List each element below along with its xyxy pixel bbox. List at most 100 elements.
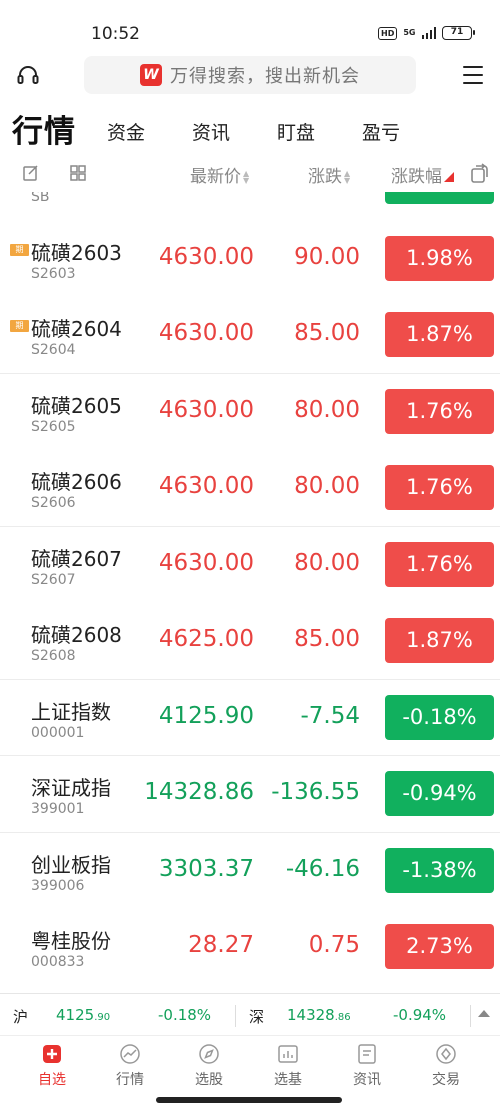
search-box[interactable]: W 万得搜索，搜出新机会: [84, 56, 416, 94]
edit-icon[interactable]: [22, 164, 40, 182]
grid-icon[interactable]: [69, 164, 87, 182]
tab-watch[interactable]: 盯盘: [277, 118, 315, 145]
item-pct-badge[interactable]: 2.73%: [385, 924, 494, 969]
status-time: 10:52: [91, 24, 140, 44]
item-name: 硫磺2607: [31, 546, 122, 571]
item-price: 4630.00: [158, 396, 254, 423]
item-price: 14328.86: [144, 779, 254, 805]
ticker-sh-price: 4125.90: [56, 1006, 111, 1024]
item-name: 硫磺2604: [31, 317, 122, 341]
ticker-sz-pct: -0.94%: [393, 1006, 447, 1024]
item-code: S2606: [31, 495, 76, 511]
market-icon: [120, 1044, 140, 1064]
item-code: 000001: [31, 724, 85, 741]
item-name: 硫磺2606: [31, 470, 122, 494]
list-item[interactable]: 硫磺2606 S2606 4630.00 80.00 1.76%: [0, 450, 500, 527]
item-code: 399001: [31, 801, 85, 817]
tab-pnl[interactable]: 盈亏: [362, 118, 400, 145]
item-change: 90.00: [294, 243, 360, 270]
headset-icon[interactable]: [16, 63, 40, 87]
item-change: -7.54: [300, 702, 360, 729]
item-name: 硫磺2605: [31, 393, 122, 418]
tab-funds[interactable]: 资金: [107, 118, 145, 145]
switch-icon[interactable]: [468, 162, 490, 184]
list-item[interactable]: 创业板指 399006 3303.37 -46.16 -1.38%: [0, 833, 500, 910]
nav-stock-picker[interactable]: 选股: [179, 1043, 239, 1089]
list-item[interactable]: 期硫磺2604 S2604 4630.00 85.00 1.87%: [0, 297, 500, 374]
item-code: 399006: [31, 877, 85, 894]
item-name: 深证成指: [31, 776, 111, 800]
sort-active-icon: [444, 172, 454, 182]
item-pct-badge[interactable]: 1.76%: [385, 465, 494, 510]
nav-news[interactable]: 资讯: [337, 1043, 397, 1089]
item-pct-badge[interactable]: -0.94%: [385, 771, 494, 816]
sort-icon: ▲ ▼: [344, 169, 351, 185]
item-price: 4625.00: [158, 626, 254, 652]
hd-icon: HD: [378, 26, 398, 40]
nav-fund-picker[interactable]: 选基: [258, 1043, 318, 1089]
item-change: 80.00: [294, 396, 360, 423]
list-item[interactable]: 硫磺2608 S2608 4625.00 85.00 1.87%: [0, 603, 500, 680]
expand-up-icon[interactable]: [478, 1010, 490, 1017]
battery-icon: 71: [442, 26, 475, 40]
news-icon: [358, 1044, 376, 1064]
list-item[interactable]: 硫磺2607 S2607 4630.00 80.00 1.76%: [0, 527, 500, 604]
col-pct[interactable]: 涨跌幅: [391, 162, 454, 187]
item-price: 3303.37: [158, 855, 254, 882]
system-icons: HD 5G 71: [378, 26, 475, 40]
item-price: 4125.90: [158, 702, 254, 729]
col-change[interactable]: 涨跌 ▲ ▼: [308, 162, 350, 187]
item-pct-badge[interactable]: 1.87%: [385, 312, 494, 357]
tab-market[interactable]: 行情: [12, 106, 76, 151]
ticker-sh-pct: -0.18%: [158, 1006, 212, 1024]
item-pct-badge[interactable]: 1.98%: [385, 235, 494, 281]
item-change: 80.00: [294, 473, 360, 499]
item-name: 硫磺2603: [31, 240, 122, 265]
index-ticker[interactable]: 沪 4125.90 -0.18% 深 14328.86 -0.94%: [0, 993, 500, 1036]
item-price: 4630.00: [158, 320, 254, 346]
list-item[interactable]: 深证成指 399001 14328.86 -136.55 -0.94%: [0, 756, 500, 833]
tab-bar: 行情 资金 资讯 盯盘 盈亏: [0, 104, 500, 154]
bottom-nav: 自选 行情 选股 选基 资讯 交易: [0, 1037, 500, 1093]
quote-list[interactable]: 期ICE11号糖SB14.22-0.16-1.11%期硫磺2603S260346…: [0, 172, 500, 993]
item-change: 85.00: [294, 320, 360, 346]
nav-market[interactable]: 行情: [100, 1043, 160, 1089]
item-change: -136.55: [271, 779, 360, 805]
tab-news[interactable]: 资讯: [192, 118, 230, 145]
item-name: 上证指数: [31, 699, 111, 724]
nav-trade[interactable]: 交易: [416, 1043, 476, 1089]
item-pct-badge[interactable]: 1.76%: [385, 541, 494, 587]
item-code: S2603: [31, 265, 76, 282]
item-change: 85.00: [294, 626, 360, 652]
item-pct-badge[interactable]: -0.18%: [385, 694, 494, 740]
fund-icon: [278, 1045, 298, 1063]
item-name: 硫磺2608: [31, 623, 122, 647]
ticker-sz-label: 深: [249, 1008, 265, 1026]
trade-icon: [436, 1044, 456, 1064]
item-name: 创业板指: [31, 852, 111, 877]
item-name: 粤桂股份: [31, 929, 111, 953]
item-pct-badge[interactable]: -1.38%: [385, 847, 494, 893]
futures-tag: 期: [10, 320, 29, 332]
watchlist-icon: [43, 1045, 61, 1063]
list-item[interactable]: 硫磺2605 S2605 4630.00 80.00 1.76%: [0, 374, 500, 451]
list-item[interactable]: 上证指数 000001 4125.90 -7.54 -0.18%: [0, 680, 500, 756]
col-price[interactable]: 最新价 ▲ ▼: [190, 162, 249, 187]
futures-tag: 期: [10, 243, 29, 256]
nav-watchlist[interactable]: 自选: [22, 1043, 82, 1089]
list-item[interactable]: 期硫磺2603 S2603 4630.00 90.00 1.98%: [0, 221, 500, 298]
item-code: 000833: [31, 954, 85, 970]
item-change: 80.00: [294, 549, 360, 576]
top-bar: W 万得搜索，搜出新机会: [0, 52, 500, 98]
item-pct-badge[interactable]: 1.76%: [385, 388, 494, 434]
list-item[interactable]: 粤桂股份 000833 28.27 0.75 2.73%: [0, 909, 500, 986]
sort-icon: ▲ ▼: [243, 169, 250, 185]
item-change: 0.75: [308, 932, 360, 958]
menu-icon[interactable]: [463, 66, 483, 84]
item-pct-badge[interactable]: 1.87%: [385, 618, 494, 663]
home-indicator[interactable]: [156, 1097, 342, 1103]
item-code: S2605: [31, 418, 76, 435]
item-price: 4630.00: [158, 549, 254, 576]
signal-icon: [421, 27, 436, 39]
item-price: 4630.00: [158, 473, 254, 499]
